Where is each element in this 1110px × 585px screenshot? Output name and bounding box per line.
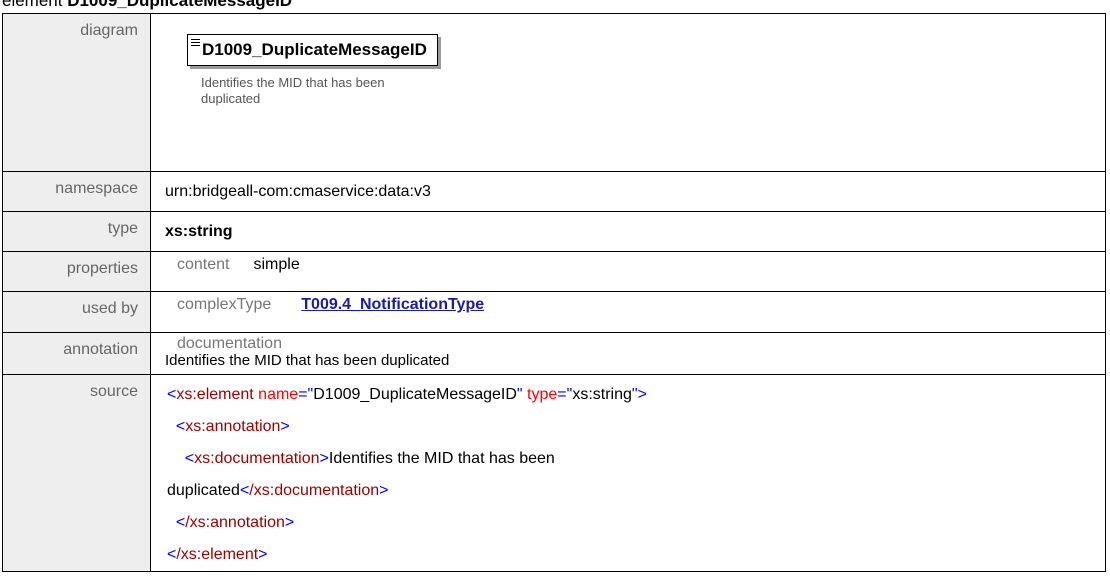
type-cell: xs:string — [150, 211, 1106, 252]
properties-cell: content simple — [150, 251, 1106, 292]
row-namespace: namespace urn:bridgeall-com:cmaservice:d… — [2, 171, 1106, 212]
source-line-2: <xs:annotation> — [175, 418, 290, 435]
diagram-element-box[interactable]: D1009_DuplicateMessageID — [187, 34, 438, 66]
row-used-by: used by complexType T009.4_NotificationTy… — [2, 291, 1106, 333]
title-element-name: D1009_DuplicateMessageID — [67, 0, 293, 10]
row-type: type xs:string — [2, 211, 1106, 252]
row-source: source <xs:element name="D1009_Duplicate… — [2, 374, 1106, 572]
title-prefix: element — [2, 0, 68, 10]
label-properties: properties — [2, 251, 151, 292]
source-line-4: duplicated</xs:documentation> — [167, 482, 389, 499]
diagram-doc: Identifies the MID that has been duplica… — [201, 75, 416, 107]
element-doc-table: diagram D1009_DuplicateMessageID Identif… — [2, 13, 1106, 572]
label-diagram: diagram — [2, 13, 151, 172]
diagram-doc-line1: Identifies the MID that has been — [201, 75, 385, 90]
source-line-1: <xs:element name="D1009_DuplicateMessage… — [167, 386, 647, 403]
label-source: source — [2, 374, 151, 572]
source-line-5: </xs:annotation> — [175, 514, 295, 531]
annotation-value: Identifies the MID that has been duplica… — [165, 352, 450, 369]
properties-value: simple — [253, 256, 300, 273]
label-used-by: used by — [2, 291, 151, 333]
namespace-value: urn:bridgeall-com:cmaservice:data:v3 — [150, 171, 1106, 212]
diagram-element-name: D1009_DuplicateMessageID — [202, 40, 427, 59]
used-by-cell: complexType T009.4_NotificationType — [150, 291, 1106, 333]
type-value: xs:string — [165, 222, 233, 240]
used-by-key: complexType — [177, 296, 272, 313]
label-annotation: annotation — [2, 332, 151, 375]
source-line-6: </xs:element> — [167, 546, 268, 563]
element-lines-icon — [191, 39, 200, 47]
properties-key: content — [177, 256, 230, 273]
source-code: <xs:element name="D1009_DuplicateMessage… — [150, 374, 1106, 572]
label-namespace: namespace — [2, 171, 151, 212]
page-title: element D1009_DuplicateMessageID — [2, 0, 292, 11]
annotation-key: documentation — [177, 335, 282, 352]
row-annotation: annotation documentation Identifies the … — [2, 332, 1106, 375]
used-by-link[interactable]: T009.4_NotificationType — [301, 296, 484, 313]
label-type: type — [2, 211, 151, 252]
row-diagram: diagram D1009_DuplicateMessageID Identif… — [2, 13, 1106, 172]
diagram-cell: D1009_DuplicateMessageID Identifies the … — [150, 13, 1106, 172]
diagram-doc-line2: duplicated — [201, 91, 261, 106]
row-properties: properties content simple — [2, 251, 1106, 292]
source-line-3: <xs:documentation>Identifies the MID tha… — [184, 450, 555, 467]
annotation-cell: documentation Identifies the MID that ha… — [150, 332, 1106, 375]
